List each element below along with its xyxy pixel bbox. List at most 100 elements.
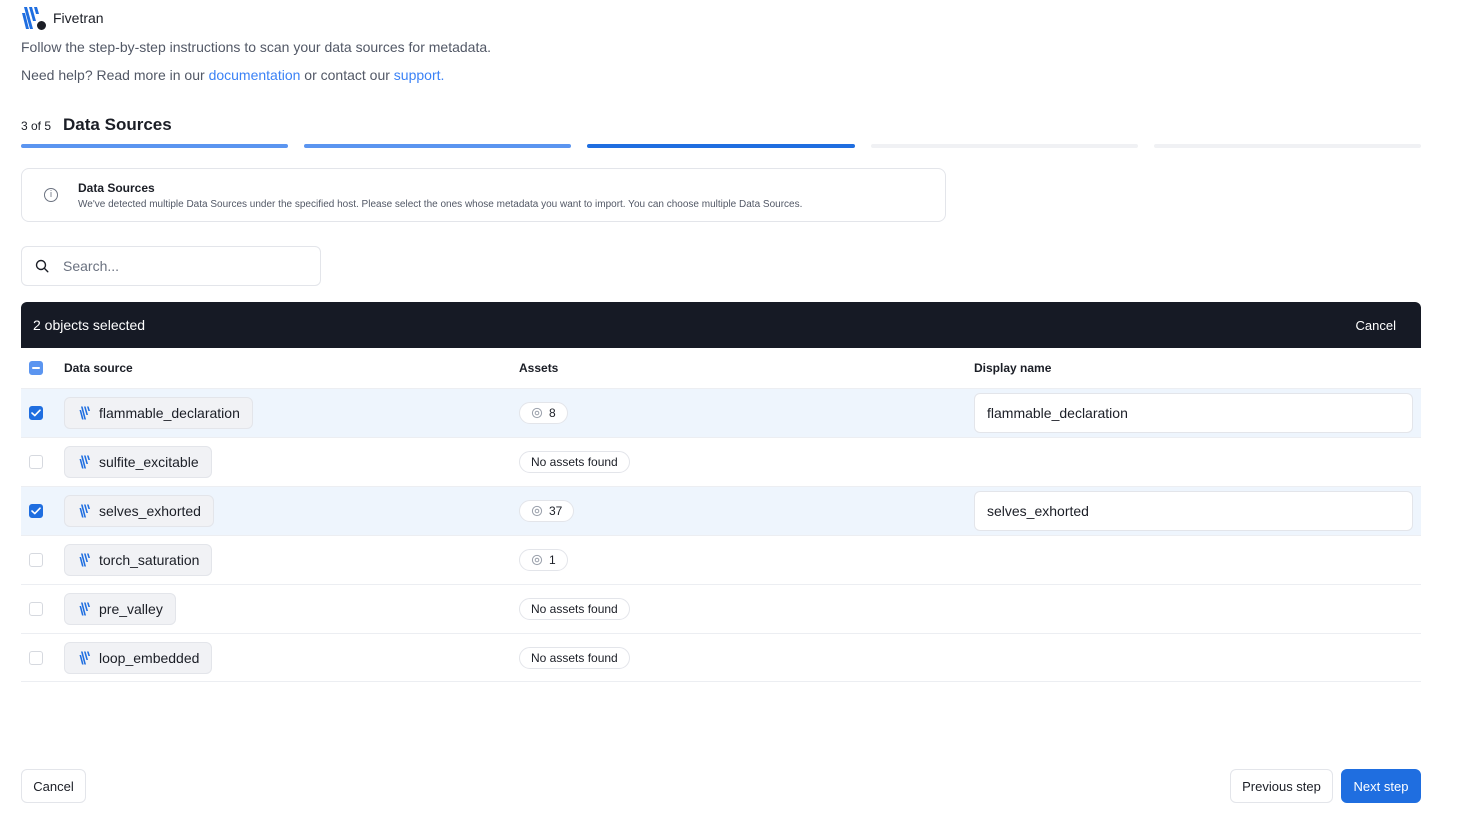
data-source-chip: pre_valley <box>64 593 176 625</box>
assets-count: No assets found <box>531 650 618 665</box>
selection-cancel-button[interactable]: Cancel <box>1356 318 1396 333</box>
data-source-name: selves_exhorted <box>99 503 201 519</box>
data-source-cell: flammable_declaration <box>64 397 519 429</box>
help-text: Need help? Read more in our documentatio… <box>21 67 444 83</box>
brand-name: Fivetran <box>53 10 104 26</box>
check-icon <box>30 507 41 515</box>
display-name-input[interactable] <box>974 491 1413 531</box>
data-source-chip: selves_exhorted <box>64 495 214 527</box>
app-header: Fivetran <box>21 6 104 31</box>
select-all-checkbox[interactable] <box>28 361 43 375</box>
assets-count: 8 <box>549 406 556 420</box>
check-icon <box>30 409 41 417</box>
row-checkbox[interactable] <box>28 406 43 420</box>
step-header: 3 of 5 Data Sources <box>21 115 172 135</box>
fivetran-logo-icon <box>21 6 47 31</box>
assets-cell: 8 <box>519 402 974 424</box>
fivetran-source-icon <box>79 455 91 469</box>
row-checkbox[interactable] <box>28 650 43 665</box>
fivetran-source-icon <box>79 504 91 518</box>
assets-cell: 37 <box>519 500 974 522</box>
header-assets[interactable]: Assets <box>519 361 974 375</box>
cancel-button[interactable]: Cancel <box>21 769 86 803</box>
info-text: We've detected multiple Data Sources und… <box>78 198 803 210</box>
data-source-chip: loop_embedded <box>64 641 213 674</box>
display-name-cell <box>974 393 1421 433</box>
data-source-name: flammable_declaration <box>99 405 240 421</box>
table-row[interactable]: pre_valley No assets found <box>21 584 1421 633</box>
step-count: 3 of 5 <box>21 119 52 133</box>
progress-segment <box>1153 144 1422 148</box>
assets-count: No assets found <box>531 455 618 469</box>
search-input[interactable] <box>63 258 293 274</box>
info-banner: i Data Sources We've detected multiple D… <box>21 168 946 222</box>
data-source-name: torch_saturation <box>99 552 200 568</box>
display-name-cell <box>974 491 1421 531</box>
display-name-input[interactable] <box>974 393 1413 433</box>
fivetran-source-icon <box>79 553 91 567</box>
data-source-cell: loop_embedded <box>64 641 519 674</box>
header-data-source[interactable]: Data source <box>64 361 519 375</box>
info-title: Data Sources <box>78 180 155 195</box>
help-prefix: Need help? Read more in our <box>21 67 209 83</box>
table-row[interactable]: torch_saturation 1 <box>21 535 1421 584</box>
next-step-button[interactable]: Next step <box>1341 769 1421 803</box>
table-row[interactable]: loop_embedded No assets found <box>21 633 1421 682</box>
selection-bar: 2 objects selected Cancel <box>21 302 1421 348</box>
assets-badge: No assets found <box>519 598 630 620</box>
data-source-chip: flammable_declaration <box>64 397 253 429</box>
step-title: Data Sources <box>63 115 172 134</box>
info-icon: i <box>44 188 58 202</box>
progress-segment <box>870 144 1138 148</box>
progress-segment <box>587 144 855 148</box>
row-checkbox-cell <box>21 650 64 665</box>
assets-cell: No assets found <box>519 451 974 473</box>
info-content: Data Sources We've detected multiple Dat… <box>78 181 802 210</box>
data-source-table: Data source Assets Display name flammabl… <box>21 348 1421 682</box>
asset-cube-icon <box>531 505 543 517</box>
table-row[interactable]: flammable_declaration 8 <box>21 388 1421 437</box>
assets-badge: 8 <box>519 402 568 424</box>
asset-cube-icon <box>531 407 543 419</box>
assets-count: No assets found <box>531 602 618 616</box>
assets-count: 1 <box>549 553 556 567</box>
table-row[interactable]: sulfite_excitable No assets found <box>21 437 1421 486</box>
step-progress <box>21 144 1422 148</box>
progress-segment <box>21 144 289 148</box>
previous-step-button[interactable]: Previous step <box>1230 769 1333 803</box>
data-source-cell: pre_valley <box>64 593 519 625</box>
data-source-chip: torch_saturation <box>64 544 213 576</box>
row-checkbox[interactable] <box>28 553 43 567</box>
assets-badge: No assets found <box>519 451 630 473</box>
documentation-link[interactable]: documentation <box>209 67 301 83</box>
fivetran-source-icon <box>79 651 91 665</box>
assets-cell: No assets found <box>519 646 974 669</box>
table-row[interactable]: selves_exhorted 37 <box>21 486 1421 535</box>
row-checkbox-cell <box>21 406 64 420</box>
fivetran-source-icon <box>79 406 91 420</box>
table-header: Data source Assets Display name <box>21 348 1421 388</box>
search-icon <box>35 259 49 273</box>
assets-cell: No assets found <box>519 598 974 620</box>
row-checkbox[interactable] <box>28 504 43 518</box>
progress-segment <box>304 144 572 148</box>
fivetran-source-icon <box>79 602 91 616</box>
assets-badge: No assets found <box>519 646 630 669</box>
data-source-chip: sulfite_excitable <box>64 446 212 478</box>
assets-badge: 1 <box>519 549 568 571</box>
data-source-cell: sulfite_excitable <box>64 446 519 478</box>
row-checkbox[interactable] <box>28 455 43 469</box>
data-source-cell: selves_exhorted <box>64 495 519 527</box>
help-middle: or contact our <box>300 67 394 83</box>
row-checkbox-cell <box>21 455 64 469</box>
support-link[interactable]: support. <box>394 67 445 83</box>
table-body: flammable_declaration 8 sulfite_excitable N… <box>21 388 1421 682</box>
gear-badge-icon <box>36 20 47 31</box>
search-box[interactable] <box>21 246 321 286</box>
asset-cube-icon <box>531 554 543 566</box>
assets-cell: 1 <box>519 549 974 571</box>
assets-badge: 37 <box>519 500 575 522</box>
data-source-name: sulfite_excitable <box>99 454 199 470</box>
intro-text: Follow the step-by-step instructions to … <box>21 39 492 55</box>
row-checkbox[interactable] <box>28 602 43 616</box>
